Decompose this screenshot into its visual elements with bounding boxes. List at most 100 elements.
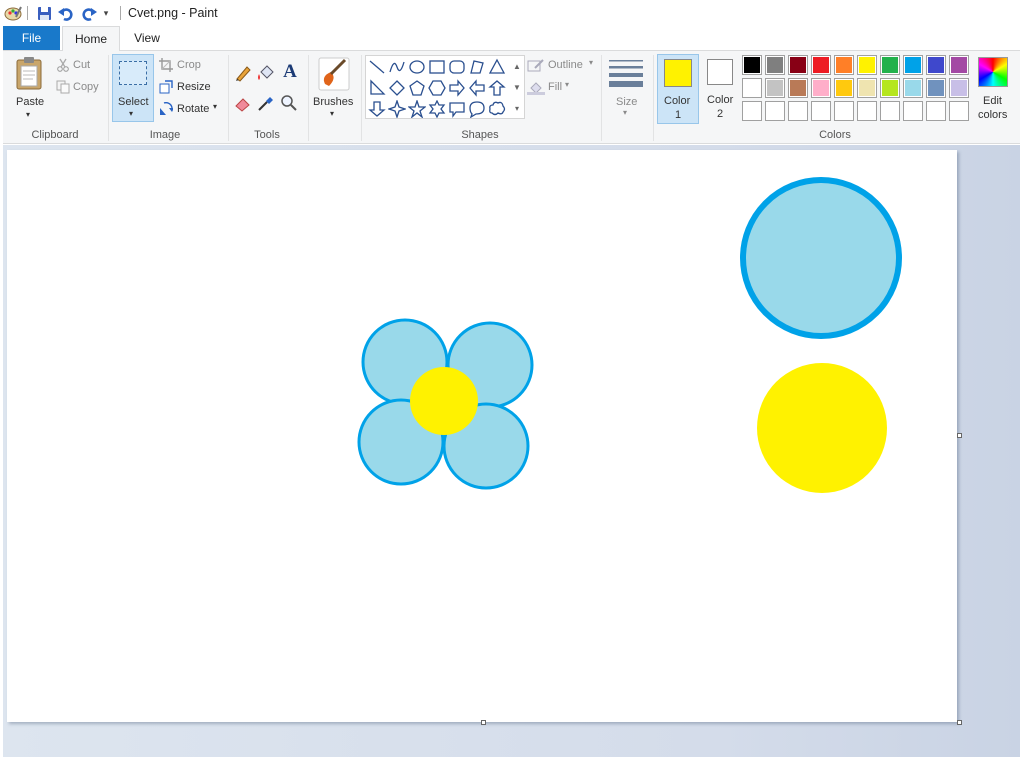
polygon-shape-icon[interactable] bbox=[467, 57, 487, 77]
palette-swatch[interactable] bbox=[903, 78, 923, 98]
fill-bucket-icon[interactable] bbox=[256, 63, 276, 83]
drawing-canvas[interactable] bbox=[7, 150, 957, 722]
tab-view[interactable]: View bbox=[122, 26, 172, 50]
shapes-more-icon[interactable]: ▾ bbox=[511, 98, 523, 119]
palette-swatch[interactable] bbox=[880, 78, 900, 98]
palette-swatch[interactable] bbox=[811, 78, 831, 98]
tab-file[interactable]: File bbox=[3, 26, 60, 50]
crop-button[interactable]: Crop bbox=[158, 57, 208, 75]
palette-swatch[interactable] bbox=[857, 78, 877, 98]
palette-swatch[interactable] bbox=[742, 101, 762, 121]
brushes-button[interactable]: Brushes ▾ bbox=[311, 54, 357, 122]
six-point-star-shape-icon[interactable] bbox=[427, 99, 447, 119]
up-arrow-shape-icon[interactable] bbox=[487, 78, 507, 98]
tab-home[interactable]: Home bbox=[62, 26, 120, 51]
palette-swatch[interactable] bbox=[742, 55, 762, 75]
palette-swatch[interactable] bbox=[949, 55, 969, 75]
diamond-shape-icon[interactable] bbox=[387, 78, 407, 98]
palette-swatch[interactable] bbox=[811, 101, 831, 121]
edit-colors-label: Edit bbox=[983, 95, 1002, 107]
edit-colors-button[interactable]: Edit colors bbox=[973, 54, 1013, 124]
redo-icon[interactable] bbox=[80, 4, 98, 22]
shapes-scroll-down-icon[interactable]: ▼ bbox=[511, 77, 523, 98]
outline-dropdown-icon[interactable]: ▾ bbox=[589, 58, 593, 67]
select-dropdown-icon[interactable]: ▾ bbox=[129, 109, 133, 118]
crop-icon bbox=[158, 57, 174, 73]
copy-button[interactable]: Copy bbox=[55, 79, 105, 97]
undo-icon[interactable] bbox=[57, 4, 75, 22]
palette-swatch[interactable] bbox=[834, 78, 854, 98]
save-icon[interactable] bbox=[35, 4, 53, 22]
shapes-scroll-up-icon[interactable]: ▲ bbox=[511, 56, 523, 77]
rotate-button[interactable]: Rotate ▾ bbox=[158, 101, 224, 119]
palette-swatch[interactable] bbox=[788, 55, 808, 75]
palette-swatch[interactable] bbox=[765, 78, 785, 98]
fill-button[interactable]: Fill ▾ bbox=[527, 79, 577, 97]
palette-swatch[interactable] bbox=[926, 101, 946, 121]
palette-swatch[interactable] bbox=[811, 55, 831, 75]
palette-swatch[interactable] bbox=[949, 101, 969, 121]
outline-button[interactable]: Outline ▾ bbox=[527, 57, 597, 75]
cut-button[interactable]: Cut bbox=[55, 57, 101, 75]
pencil-icon[interactable] bbox=[233, 63, 253, 83]
size-button[interactable]: Size ▾ bbox=[606, 54, 646, 122]
customize-qat-icon[interactable]: ▾ bbox=[100, 4, 112, 22]
palette-swatch[interactable] bbox=[834, 55, 854, 75]
palette-swatch[interactable] bbox=[857, 55, 877, 75]
hexagon-shape-icon[interactable] bbox=[427, 78, 447, 98]
palette-swatch[interactable] bbox=[949, 78, 969, 98]
palette-swatch[interactable] bbox=[765, 55, 785, 75]
oval-shape-icon[interactable] bbox=[407, 57, 427, 77]
image-group-label: Image bbox=[149, 129, 181, 141]
pentagon-shape-icon[interactable] bbox=[407, 78, 427, 98]
palette-swatch[interactable] bbox=[926, 78, 946, 98]
palette-swatch[interactable] bbox=[857, 101, 877, 121]
five-point-star-shape-icon[interactable] bbox=[407, 99, 427, 119]
magnifier-icon[interactable] bbox=[279, 93, 299, 113]
brushes-dropdown-icon[interactable]: ▾ bbox=[330, 109, 334, 118]
shapes-gallery[interactable] bbox=[365, 55, 525, 119]
palette-swatch[interactable] bbox=[880, 101, 900, 121]
color-picker-icon[interactable] bbox=[256, 93, 276, 113]
resize-handle-bottom[interactable] bbox=[481, 720, 486, 725]
rotate-dropdown-icon[interactable]: ▾ bbox=[213, 102, 217, 111]
triangle-shape-icon[interactable] bbox=[487, 57, 507, 77]
palette-swatch[interactable] bbox=[765, 101, 785, 121]
palette-swatch[interactable] bbox=[903, 101, 923, 121]
rectangle-shape-icon[interactable] bbox=[427, 57, 447, 77]
line-shape-icon[interactable] bbox=[367, 57, 387, 77]
text-tool-icon[interactable]: A bbox=[279, 61, 301, 83]
resize-handle-corner[interactable] bbox=[957, 720, 962, 725]
paint-app-icon[interactable] bbox=[3, 4, 23, 22]
palette-swatch[interactable] bbox=[880, 55, 900, 75]
left-arrow-shape-icon[interactable] bbox=[467, 78, 487, 98]
paste-dropdown-icon[interactable]: ▾ bbox=[26, 110, 30, 119]
palette-swatch[interactable] bbox=[742, 78, 762, 98]
color2-swatch bbox=[707, 59, 733, 85]
rounded-rectangle-shape-icon[interactable] bbox=[447, 57, 467, 77]
right-arrow-shape-icon[interactable] bbox=[447, 78, 467, 98]
yellow-circle bbox=[757, 363, 887, 493]
flower-center bbox=[410, 367, 478, 435]
palette-swatch[interactable] bbox=[926, 55, 946, 75]
color1-button[interactable]: Color 1 bbox=[657, 54, 699, 124]
callout-cloud-shape-icon[interactable] bbox=[487, 99, 507, 119]
resize-handle-right[interactable] bbox=[957, 433, 962, 438]
paste-button[interactable]: Paste ▾ bbox=[9, 54, 49, 122]
down-arrow-shape-icon[interactable] bbox=[367, 99, 387, 119]
palette-swatch[interactable] bbox=[788, 78, 808, 98]
resize-button[interactable]: Resize bbox=[158, 79, 218, 97]
palette-swatch[interactable] bbox=[834, 101, 854, 121]
right-triangle-shape-icon[interactable] bbox=[367, 78, 387, 98]
eraser-icon[interactable] bbox=[233, 93, 253, 113]
size-dropdown-icon[interactable]: ▾ bbox=[623, 108, 627, 117]
palette-swatch[interactable] bbox=[903, 55, 923, 75]
ribbon: Paste ▾ Cut Copy Clipboard Select ▾ Crop… bbox=[3, 50, 1020, 144]
curve-shape-icon[interactable] bbox=[387, 57, 407, 77]
callout-oval-shape-icon[interactable] bbox=[467, 99, 487, 119]
fill-dropdown-icon[interactable]: ▾ bbox=[565, 80, 569, 89]
palette-swatch[interactable] bbox=[788, 101, 808, 121]
select-button[interactable]: Select ▾ bbox=[112, 54, 154, 122]
callout-rect-shape-icon[interactable] bbox=[447, 99, 467, 119]
four-point-star-shape-icon[interactable] bbox=[387, 99, 407, 119]
